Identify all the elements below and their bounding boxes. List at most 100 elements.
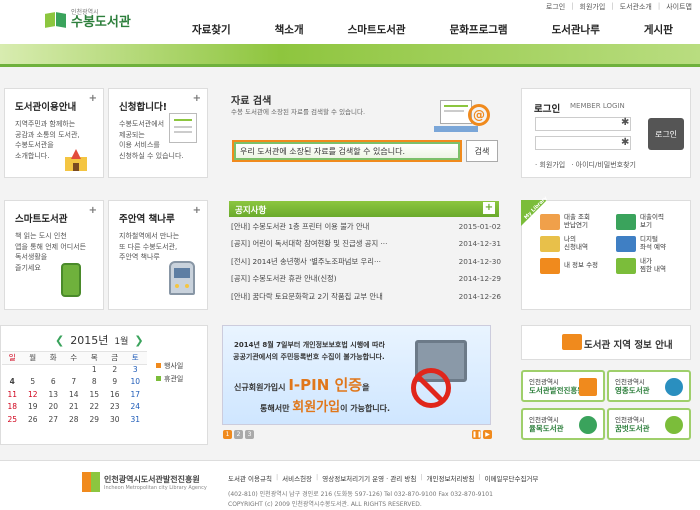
user-id-field[interactable] — [535, 117, 631, 131]
calendar-week: 123 — [91, 365, 138, 374]
find-account-link[interactable]: · 아이디/비밀번호찾기 — [571, 160, 636, 170]
nav-board[interactable]: 게시판 — [622, 22, 695, 37]
footer-link-charter[interactable]: 서비스헌장 — [282, 473, 312, 483]
next-month-icon[interactable]: ❯ — [134, 334, 143, 347]
my-library-seat[interactable]: 디지털 좌석 예약 — [616, 235, 688, 252]
top-link-login[interactable]: 로그인 — [546, 2, 565, 12]
usage-guide-box[interactable]: + 도서관이용안내 지역주민과 함께하는 공감과 소통의 도서관, 수봉도서관을 소개… — [4, 88, 104, 178]
search-input[interactable]: 우리 도서관에 소장된 자료를 검색할 수 있습니다. — [234, 142, 460, 160]
nav-books[interactable]: 책소개 — [253, 22, 326, 37]
nav-culture[interactable]: 문화프로그램 — [428, 22, 530, 37]
play-icon[interactable]: ▶ — [483, 430, 492, 439]
plus-icon[interactable]: + — [193, 205, 201, 216]
banner-line1: 2014년 8월 7일부터 개인정보보호법 시행에 따라 — [234, 341, 385, 349]
region-lib-agency[interactable]: 인천광역시 도서관발전진흥원 — [521, 370, 605, 402]
login-links: · 회원가입 · 아이디/비밀번호찾기 — [535, 160, 636, 170]
bookmark-icon — [616, 258, 636, 274]
nav-library-naru[interactable]: 도서관나루 — [530, 22, 622, 37]
login-button[interactable]: 로그인 — [648, 118, 684, 150]
search-button[interactable]: 검색 — [466, 140, 498, 162]
region-lib-kkumbeot[interactable]: 인천광역시 꿈벗도서관 — [607, 408, 691, 440]
login-title: 로그인 — [534, 104, 561, 115]
main-nav: 자료찾기 책소개 스마트도서관 문화프로그램 도서관나루 게시판 — [170, 22, 695, 37]
logo-name: 수봉도서관 — [71, 15, 131, 30]
plus-icon[interactable]: + — [89, 93, 97, 104]
banner-controls: ❚❚ ▶ — [472, 430, 492, 439]
footer-logo: 인천광역시도서관발전진흥원 Incheon Metropolitan city … — [82, 472, 207, 492]
yeongjong-logo-icon — [665, 378, 683, 396]
banner-pager: 1 2 3 — [223, 430, 254, 439]
my-library-requests[interactable]: 나의 신청내역 — [540, 235, 612, 252]
notice-title: 공지사항 — [235, 206, 267, 216]
calendar-week: 25 26 27 28 29 30 31 — [7, 414, 141, 424]
calendar-week: 11 12 13 14 15 16 17 — [7, 389, 141, 399]
footer-link-privacy[interactable]: 개인정보처리방침 — [427, 473, 475, 483]
required-icon: ✱ — [621, 137, 630, 148]
profile-icon — [540, 258, 560, 274]
school-icon — [63, 147, 89, 171]
banner-page-1[interactable]: 1 — [223, 430, 232, 439]
region-lib-yeongjong[interactable]: 인천광역시 영종도서관 — [607, 370, 691, 402]
plus-icon[interactable]: + — [89, 205, 97, 216]
monitor-icon — [616, 236, 636, 252]
footer-copyright: COPYRIGHT (c) 2009 인천광역시수봉도서관. ALL RIGHT… — [228, 501, 422, 508]
my-library-profile[interactable]: 내 정보 수정 — [540, 258, 612, 274]
smart-library-box[interactable]: + 스마트도서관 책 읽는 도시 인천 앱을 통해 언제 어디서든 독서생활을 즐기세… — [4, 200, 104, 310]
top-link-about[interactable]: 도서관소개 — [620, 2, 652, 12]
calendar-header: ❮ 2015년 1월 ❯ — [55, 332, 144, 348]
top-link-sitemap[interactable]: 사이트맵 — [666, 2, 692, 12]
station-library-desc: 지하철역에서 만나는 또 다른 수봉도서관, 주안역 책나루 — [119, 232, 180, 261]
search-illustration-icon: @ — [430, 90, 500, 138]
calendar-week: 18 19 20 21 22 23 24 — [7, 402, 141, 412]
calendar-year: 2015년 — [70, 334, 109, 347]
notice-row[interactable]: [공지] 수봉도서관 휴관 안내(신정) 2014-12-29 — [231, 274, 501, 291]
weekday-row: 일월화수목금토 — [2, 351, 147, 365]
notice-row[interactable]: [안내] 수봉도서관 1층 프린터 이용 불가 안내 2015-01-02 — [231, 222, 501, 239]
smart-library-desc: 책 읽는 도시 인천 앱을 통해 언제 어디서든 독서생활을 즐기세요 — [15, 232, 87, 272]
prev-month-icon[interactable]: ❮ — [55, 334, 64, 347]
nav-smart-library[interactable]: 스마트도서관 — [326, 22, 428, 37]
site-logo[interactable]: 인천광역시 수봉도서관 — [45, 10, 131, 30]
pause-icon[interactable]: ❚❚ — [472, 430, 482, 439]
top-link-join[interactable]: 회원가입 — [580, 2, 606, 12]
apply-title: 신청합니다! — [119, 102, 168, 113]
footer-link-email[interactable]: 이메일무단수집거부 — [485, 473, 539, 483]
notice-row[interactable]: [안내] 꿈다락 토요문화학교 2기 작품집 교부 안내 2014-12-26 — [231, 292, 501, 309]
search-desc: 수봉 도서관에 소장된 자료를 검색할 수 있습니다. — [231, 108, 366, 116]
nav-search[interactable]: 자료찾기 — [170, 22, 253, 37]
usage-guide-title: 도서관이용안내 — [15, 102, 77, 113]
footer-address: (402-810) 인천광역시 남구 경인로 216 (도화동 597-126)… — [228, 491, 493, 498]
notice-more-button[interactable]: + — [483, 202, 495, 214]
my-library-loans[interactable]: 대출 조회 반납연기 — [540, 213, 612, 230]
notice-row[interactable]: [전시] 2014년 송년행사 '별주노조파넘보 우리··· 2014-12-30 — [231, 257, 501, 274]
plus-icon[interactable]: + — [193, 93, 201, 104]
footer-link-rules[interactable]: 도서관 이용규칙 — [228, 473, 272, 483]
calendar-week: 4 5 6 7 8 9 10 — [9, 377, 141, 387]
agency-mark-icon — [82, 472, 100, 492]
calendar-legend: 행사일 휴관일 — [156, 360, 183, 385]
notice-list: [안내] 수봉도서관 1층 프린터 이용 불가 안내 2015-01-02 [공지… — [231, 222, 501, 309]
my-library-history[interactable]: 대출이력 보기 — [616, 213, 688, 230]
region-lib-yulmok[interactable]: 인천광역시 율목도서관 — [521, 408, 605, 440]
banner-page-2[interactable]: 2 — [234, 430, 243, 439]
banner-line3: 신규회원가입시 I-PIN 인증을 — [234, 376, 370, 394]
footer-logo-sub: Incheon Metropolitan city Library Agency — [104, 484, 207, 491]
apply-box[interactable]: + 신청합니다! 수봉도서관에서 제공되는 이용 서비스를 신청하실 수 있습니다. — [108, 88, 208, 178]
prohibited-icon — [411, 368, 451, 408]
book-logo-icon — [45, 11, 67, 29]
join-link[interactable]: · 회원가입 — [535, 160, 565, 170]
station-library-box[interactable]: + 주안역 책나루 지하철역에서 만나는 또 다른 수봉도서관, 주안역 책나루 — [108, 200, 208, 310]
smart-library-title: 스마트도서관 — [15, 214, 68, 225]
required-icon: ✱ — [621, 117, 630, 128]
notice-row[interactable]: [공지] 어린이 독서대학 참여현황 및 진급생 공지 ··· 2014-12-3… — [231, 239, 501, 256]
search-title: 자료 검색 — [231, 96, 272, 107]
footer-link-cctv[interactable]: 영상정보처리기기 운영 · 관리 방침 — [322, 473, 416, 483]
loan-icon — [540, 214, 560, 230]
banner-line4: 통해서만 회원가입이 가능합니다. — [260, 400, 391, 415]
password-field[interactable] — [535, 136, 631, 150]
banner-page-3[interactable]: 3 — [245, 430, 254, 439]
tree-icon — [579, 416, 597, 434]
banner-line2: 공공기관에서의 주민등록번호 수집이 불가능합니다. — [233, 353, 385, 361]
station-library-title: 주안역 책나루 — [119, 214, 175, 225]
my-library-wishlist[interactable]: 내가 찜한 내역 — [616, 257, 688, 274]
